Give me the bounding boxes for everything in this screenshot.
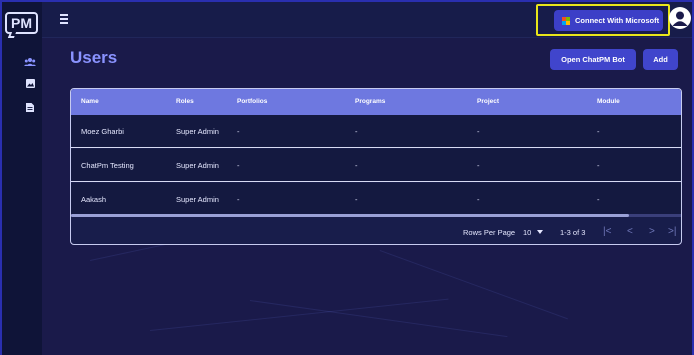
column-header-project[interactable]: Project: [477, 98, 499, 105]
next-page-icon[interactable]: >: [649, 226, 655, 237]
app-logo[interactable]: PM: [5, 12, 38, 34]
cell-project: -: [477, 195, 480, 204]
table-row[interactable]: Moez Gharbi Super Admin - - - -: [71, 115, 681, 148]
table-row[interactable]: ChatPm Testing Super Admin - - - -: [71, 149, 681, 182]
cell-module: -: [597, 161, 600, 170]
connect-microsoft-label: Connect With Microsoft: [575, 16, 660, 25]
rows-per-page-label: Rows Per Page: [463, 228, 516, 237]
rows-per-page-select[interactable]: 10: [523, 228, 531, 237]
previous-page-icon[interactable]: <: [627, 226, 633, 237]
top-header: Connect With Microsoft: [42, 2, 692, 38]
cell-name: ChatPm Testing: [81, 161, 134, 170]
cell-programs: -: [355, 195, 358, 204]
column-header-name[interactable]: Name: [81, 98, 99, 105]
cell-module: -: [597, 127, 600, 136]
cell-portfolios: -: [237, 161, 240, 170]
sidebar: PM: [2, 2, 42, 355]
cell-project: -: [477, 127, 480, 136]
microsoft-logo-icon: [562, 16, 570, 25]
users-table: Name Roles Portfolios Programs Project M…: [70, 88, 682, 245]
column-header-module[interactable]: Module: [597, 98, 620, 105]
hamburger-icon[interactable]: [60, 14, 70, 24]
document-icon[interactable]: [26, 99, 36, 112]
page-title: Users: [70, 48, 118, 67]
user-avatar-icon[interactable]: [669, 7, 691, 29]
chevron-down-icon[interactable]: [537, 230, 543, 234]
connect-microsoft-button[interactable]: Connect With Microsoft: [554, 10, 663, 31]
cell-name: Moez Gharbi: [81, 127, 124, 136]
column-header-portfolios[interactable]: Portfolios: [237, 98, 267, 105]
column-header-roles[interactable]: Roles: [176, 98, 194, 105]
cell-module: -: [597, 195, 600, 204]
cell-name: Aakash: [81, 195, 107, 204]
pagination-range: 1-3 of 3: [560, 228, 586, 237]
column-header-programs[interactable]: Programs: [355, 98, 385, 105]
first-page-icon[interactable]: |<: [603, 226, 611, 237]
open-chatpm-bot-button[interactable]: Open ChatPM Bot: [550, 49, 636, 70]
logo-tail: [7, 32, 17, 38]
cell-programs: -: [355, 127, 358, 136]
table-row[interactable]: Aakash Super Admin - - - -: [71, 183, 681, 216]
last-page-icon[interactable]: >|: [668, 226, 676, 237]
cell-portfolios: -: [237, 195, 240, 204]
cell-project: -: [477, 161, 480, 170]
cell-programs: -: [355, 161, 358, 170]
table-pagination: Rows Per Page 10 1-3 of 3 |< < > >|: [71, 217, 681, 244]
cell-roles: Super Admin: [176, 127, 219, 136]
image-icon[interactable]: [26, 75, 36, 88]
table-header: Name Roles Portfolios Programs Project M…: [71, 89, 681, 115]
cell-portfolios: -: [237, 127, 240, 136]
add-user-button[interactable]: Add: [643, 49, 678, 70]
cell-roles: Super Admin: [176, 161, 219, 170]
users-icon[interactable]: [24, 54, 36, 66]
main-content: Users Open ChatPM Bot Add Name Roles Por…: [42, 38, 692, 355]
cell-roles: Super Admin: [176, 195, 219, 204]
